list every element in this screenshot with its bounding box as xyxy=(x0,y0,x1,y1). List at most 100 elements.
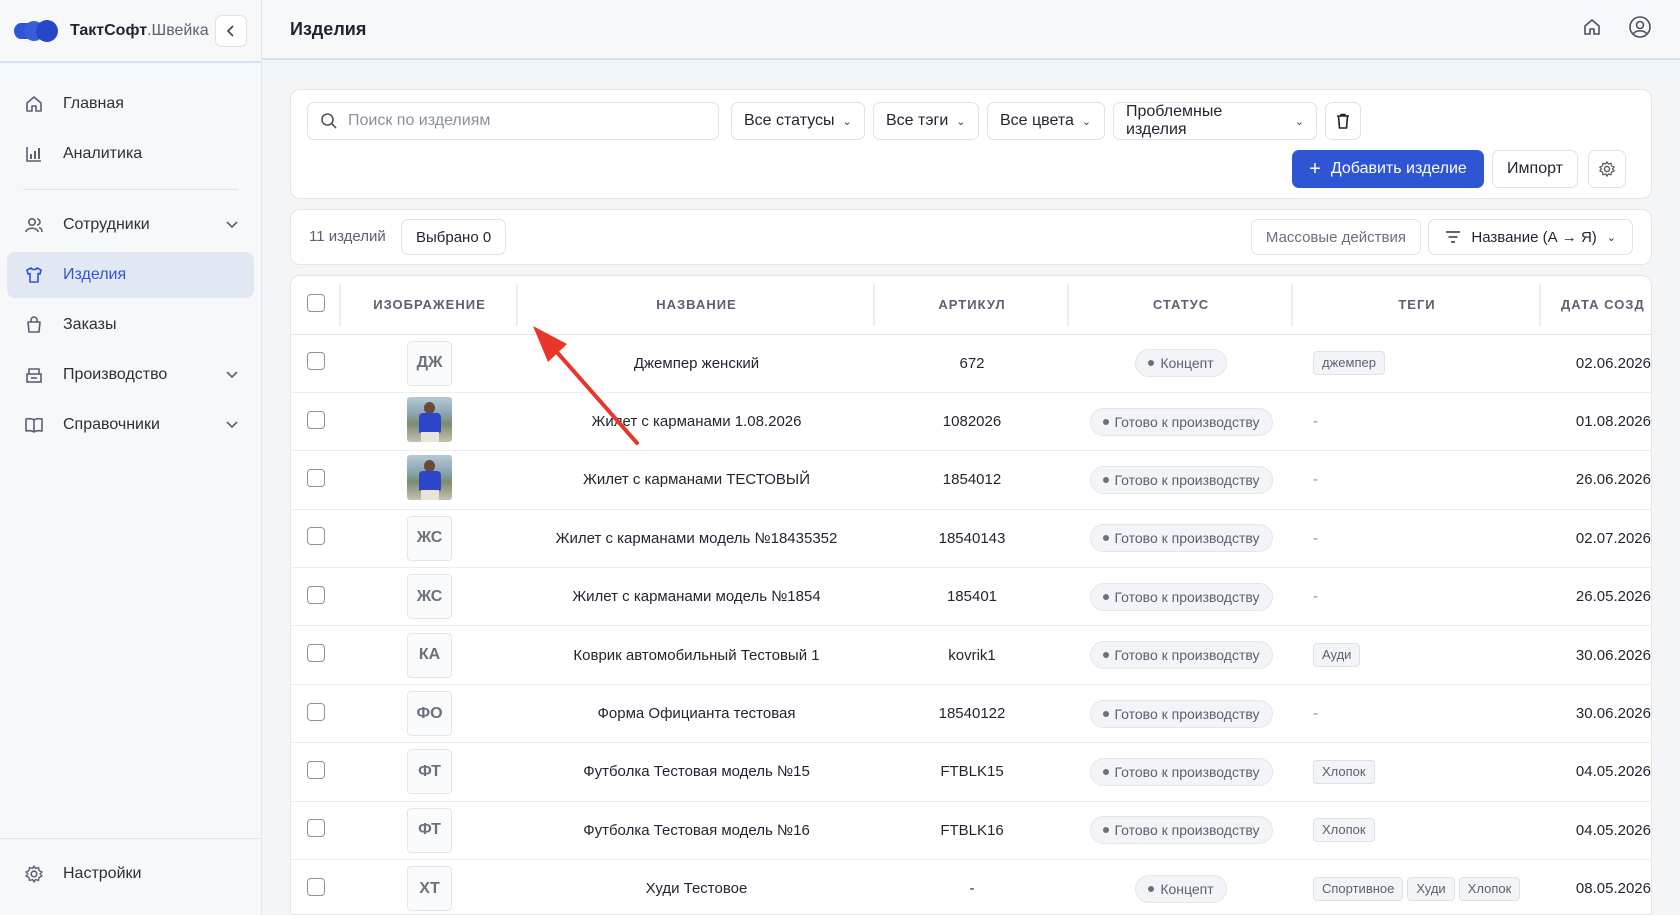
column-header-sku[interactable]: Артикул xyxy=(875,276,1069,335)
table-row[interactable]: ЖС Жилет с карманами модель №18435352 1854… xyxy=(291,509,1651,569)
product-sku: FTBLK15 xyxy=(940,763,1004,781)
user-profile-icon[interactable] xyxy=(1628,15,1652,44)
product-initials-thumbnail[interactable]: ЖС xyxy=(407,515,452,561)
name-cell[interactable]: Жилет с карманами модель №1854 xyxy=(518,567,875,627)
name-cell[interactable]: Футболка Тестовая модель №16 xyxy=(518,801,875,861)
column-header-date[interactable]: Дата созд xyxy=(1541,276,1651,335)
status-label: Готово к производству xyxy=(1114,471,1260,488)
product-initials-thumbnail[interactable]: ФО xyxy=(407,691,452,737)
chart-icon xyxy=(23,143,45,165)
status-label: Готово к производству xyxy=(1114,588,1260,605)
tag-badge: Ауди xyxy=(1313,643,1361,668)
column-header-status[interactable]: Статус xyxy=(1069,276,1293,335)
row-checkbox[interactable] xyxy=(307,819,325,838)
name-cell[interactable]: Худи Тестовое xyxy=(518,859,875,914)
selected-count-label: Выбрано 0 xyxy=(416,228,492,246)
table-row[interactable]: ХТ Худи Тестовое - Концепт Спортивное Худи Хло… xyxy=(291,859,1651,914)
product-thumbnail[interactable] xyxy=(407,397,452,443)
mass-actions-button[interactable]: Массовые действия xyxy=(1250,219,1421,255)
tags-filter-dropdown[interactable]: Все тэги ⌄ xyxy=(873,102,979,140)
table-row[interactable]: ЖС Жилет с карманами модель №1854 185401 Го… xyxy=(291,567,1651,627)
row-checkbox[interactable] xyxy=(307,760,325,779)
product-sku: FTBLK16 xyxy=(940,821,1004,839)
product-initials-thumbnail[interactable]: ФТ xyxy=(407,807,452,853)
name-cell[interactable]: Коврик автомобильный Тестовый 1 xyxy=(518,625,875,685)
chevron-left-icon xyxy=(226,24,234,37)
column-header-tags[interactable]: Теги xyxy=(1293,276,1541,335)
sidebar-item-analytics[interactable]: Аналитика xyxy=(7,131,254,177)
name-cell[interactable]: Жилет с карманами 1.08.2026 xyxy=(518,392,875,452)
status-badge: Готово к производству xyxy=(1089,816,1273,845)
sidebar-item-orders[interactable]: Заказы xyxy=(7,302,254,348)
page-title: Изделия xyxy=(290,18,367,39)
collapse-sidebar-button[interactable] xyxy=(215,14,247,47)
image-cell: ФТ xyxy=(341,801,518,861)
selected-count-button[interactable]: Выбрано 0 xyxy=(401,219,507,255)
product-initials-thumbnail[interactable]: ХТ xyxy=(407,866,452,912)
sort-dropdown[interactable]: Название (А → Я) ⌄ xyxy=(1428,219,1633,255)
sidebar-item-home[interactable]: Главная xyxy=(7,81,254,127)
row-select-cell xyxy=(291,859,341,914)
select-all-checkbox[interactable] xyxy=(307,294,325,313)
status-badge: Готово к производству xyxy=(1089,524,1273,553)
status-cell: Готово к производству xyxy=(1069,392,1293,452)
search-input[interactable]: Поиск по изделиям xyxy=(307,102,719,140)
status-dot xyxy=(1102,418,1109,425)
clear-filters-button[interactable] xyxy=(1325,102,1361,140)
import-button[interactable]: Импорт xyxy=(1492,150,1578,188)
table-row[interactable]: ФТ Футболка Тестовая модель №16 FTBLK16 Гот… xyxy=(291,801,1651,861)
users-icon xyxy=(23,214,45,236)
tags-cell: - xyxy=(1293,450,1541,510)
name-cell[interactable]: Жилет с карманами модель №18435352 xyxy=(518,509,875,569)
column-header-name[interactable]: Название xyxy=(518,276,875,335)
table-settings-button[interactable] xyxy=(1588,150,1626,188)
column-header-label: Дата созд xyxy=(1561,297,1645,313)
date-cell: 30.06.2026 xyxy=(1541,625,1651,685)
name-cell[interactable]: Жилет с карманами ТЕСТОВЫЙ xyxy=(518,450,875,510)
table-row[interactable]: КА Коврик автомобильный Тестовый 1 kovrik1… xyxy=(291,625,1651,685)
row-select-cell xyxy=(291,742,341,802)
add-product-button[interactable]: + Добавить изделие xyxy=(1292,150,1484,188)
sidebar-item-production[interactable]: Производство xyxy=(7,352,254,398)
status-badge: Концепт xyxy=(1135,874,1227,903)
product-date: 02.06.2026 xyxy=(1575,354,1651,372)
row-select-cell xyxy=(291,509,341,569)
colors-filter-dropdown[interactable]: Все цвета ⌄ xyxy=(987,102,1105,140)
row-checkbox[interactable] xyxy=(307,352,325,371)
row-checkbox[interactable] xyxy=(307,702,325,721)
column-header-image[interactable]: Изображение xyxy=(341,276,518,335)
table-row[interactable]: ФТ Футболка Тестовая модель №15 FTBLK15 Гот… xyxy=(291,742,1651,802)
table-row[interactable]: ФО Форма Официанта тестовая 18540122 Готово… xyxy=(291,684,1651,744)
name-cell[interactable]: Форма Официанта тестовая xyxy=(518,684,875,744)
sidebar-item-products[interactable]: Изделия xyxy=(7,252,254,298)
product-initials-thumbnail[interactable]: ДЖ xyxy=(407,340,452,386)
row-checkbox[interactable] xyxy=(307,585,325,604)
product-initials-thumbnail[interactable]: ЖС xyxy=(407,574,452,620)
row-checkbox[interactable] xyxy=(307,527,325,546)
row-checkbox[interactable] xyxy=(307,877,325,896)
name-cell[interactable]: Футболка Тестовая модель №15 xyxy=(518,742,875,802)
row-checkbox[interactable] xyxy=(307,644,325,663)
row-checkbox[interactable] xyxy=(307,468,325,487)
sidebar-item-references[interactable]: Справочники xyxy=(7,402,254,448)
product-thumbnail[interactable] xyxy=(407,455,452,501)
name-cell[interactable]: Джемпер женский xyxy=(518,334,875,393)
table-row[interactable]: Жилет с карманами ТЕСТОВЫЙ 1854012 Готово … xyxy=(291,450,1651,510)
table-row[interactable]: Жилет с карманами 1.08.2026 1082026 Готово… xyxy=(291,392,1651,452)
sidebar-item-settings[interactable]: Настройки xyxy=(7,851,254,897)
status-label: Готово к производству xyxy=(1114,822,1260,839)
row-checkbox[interactable] xyxy=(307,410,325,429)
status-badge: Готово к производству xyxy=(1089,641,1273,670)
sidebar-item-employees[interactable]: Сотрудники xyxy=(7,202,254,248)
chevron-down-icon xyxy=(226,416,238,434)
product-initials-thumbnail[interactable]: КА xyxy=(407,632,452,678)
status-dot xyxy=(1148,885,1155,892)
status-cell: Готово к производству xyxy=(1069,567,1293,627)
table-row[interactable]: ДЖ Джемпер женский 672 Концепт джемпер 02.06.… xyxy=(291,334,1651,393)
product-initials-thumbnail[interactable]: ФТ xyxy=(407,749,452,795)
status-label: Готово к производству xyxy=(1114,530,1260,547)
home-icon[interactable] xyxy=(1582,17,1602,42)
table-body: ДЖ Джемпер женский 672 Концепт джемпер 02.06.… xyxy=(291,334,1651,914)
status-filter-dropdown[interactable]: Все статусы ⌄ xyxy=(731,102,865,140)
problem-items-dropdown[interactable]: Проблемные изделия ⌄ xyxy=(1113,102,1317,140)
